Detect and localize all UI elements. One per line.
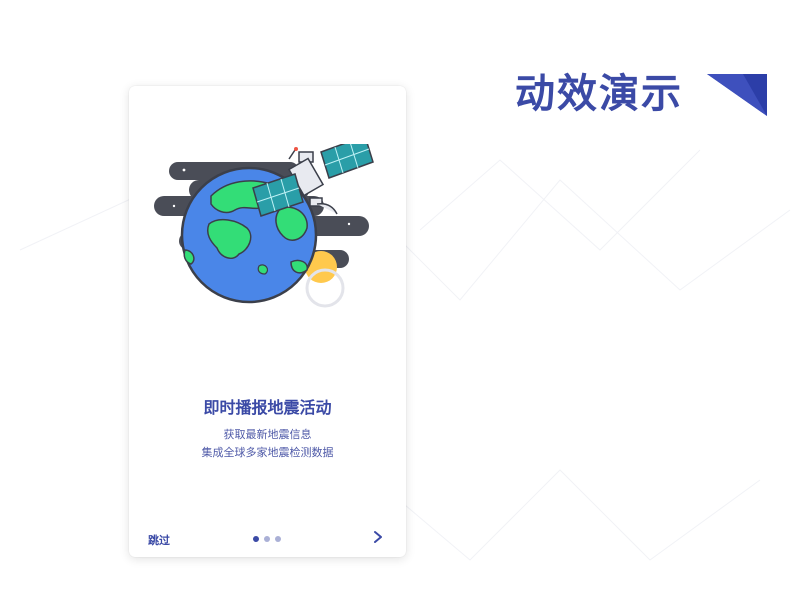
page-dot-3[interactable] bbox=[275, 536, 281, 542]
phone-onboarding-screen: 即时播报地震活动 获取最新地震信息 集成全球多家地震检测数据 跳过 bbox=[129, 86, 406, 557]
onboarding-headline: 即时播报地震活动 bbox=[203, 398, 332, 417]
demo-stage: 动效演示 即时播报地震活动 获取最新地震信息 集成全球多家地震检测数据 跳过 bbox=[0, 0, 800, 600]
onboarding-subtitle-line-1: 获取最新地震信息 bbox=[223, 428, 312, 441]
page-indicator bbox=[253, 536, 281, 542]
onboarding-subtitle-line-2: 集成全球多家地震检测数据 bbox=[201, 446, 334, 459]
earth-satellite-illustration bbox=[154, 144, 374, 308]
chevron-right-icon[interactable] bbox=[371, 530, 385, 544]
demo-title: 动效演示 bbox=[515, 71, 683, 117]
flag-icon bbox=[707, 74, 767, 116]
page-dot-2[interactable] bbox=[264, 536, 270, 542]
page-dot-1[interactable] bbox=[253, 536, 259, 542]
skip-button[interactable]: 跳过 bbox=[148, 532, 170, 548]
